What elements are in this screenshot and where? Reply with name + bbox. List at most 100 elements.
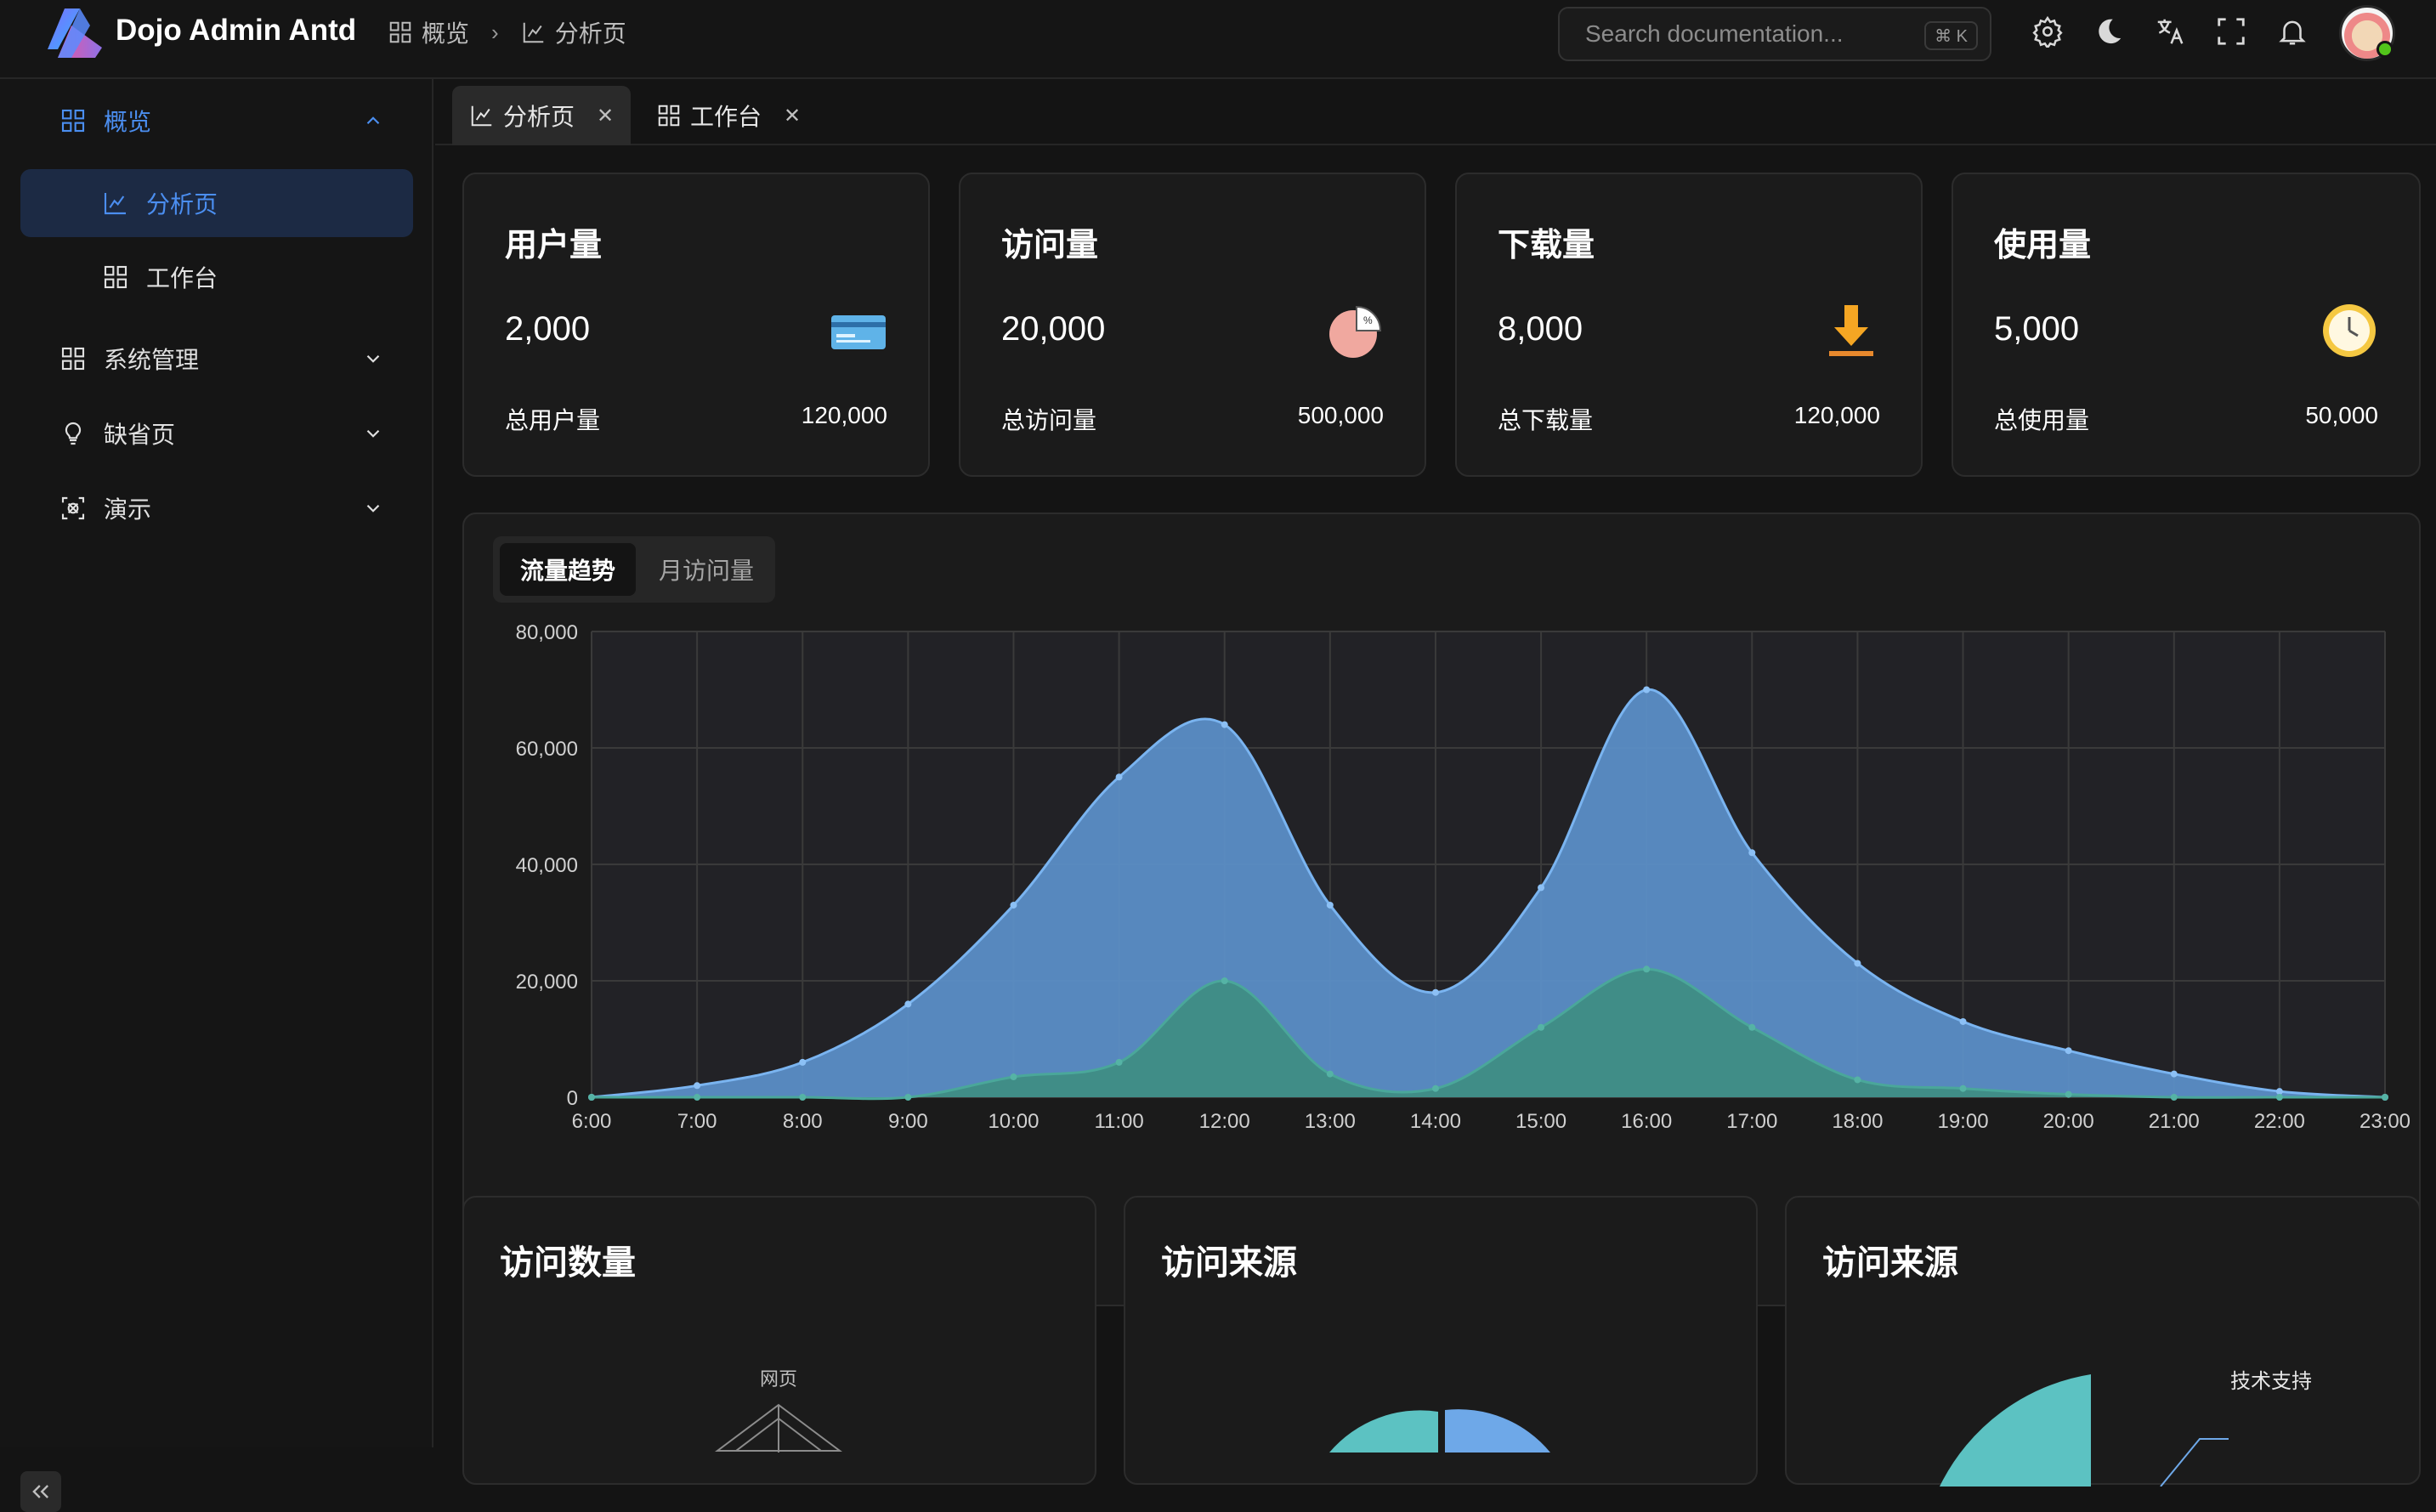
tab-workbench[interactable]: 工作台 ✕: [639, 86, 818, 145]
x-tick-label: 17:00: [1726, 1110, 1777, 1133]
data-point: [1326, 901, 1334, 909]
dashboard-icon: [59, 107, 87, 134]
chart-icon: [523, 22, 543, 43]
x-tick-label: 8:00: [783, 1110, 823, 1133]
stat-foot-label: 总下载量: [1498, 407, 1594, 433]
x-tick-label: 14:00: [1410, 1110, 1461, 1133]
traffic-trend-card: 流量趋势 月访问量 0 20,000 40,000 60,000 80,000 6:00 7…: [462, 512, 2421, 1306]
stat-card-users: 用户量 2,000 总用户量 120,000: [462, 173, 930, 477]
sidebar-item-label: 工作台: [146, 265, 218, 292]
data-point: [1221, 977, 1228, 984]
panel-title: 访问来源: [1822, 1244, 1958, 1282]
data-point: [2065, 1090, 2072, 1098]
collapse-sidebar-button[interactable]: [20, 1471, 61, 1512]
data-point: [1643, 966, 1651, 973]
sidebar-item-fallback[interactable]: 缺省页: [20, 399, 413, 467]
stat-value: 8,000: [1498, 310, 1583, 348]
data-point: [1854, 1076, 1861, 1084]
chart-segmented-control: 流量趋势 月访问量: [493, 536, 775, 603]
tab-label: 工作台: [690, 104, 762, 130]
data-point: [2170, 1070, 2178, 1078]
data-point: [904, 1000, 912, 1008]
double-chevron-left-icon: [32, 1485, 48, 1498]
top-header: Dojo Admin Antd 概览 › 分析页 Search document…: [0, 0, 2436, 79]
shortcut-badge: ⌘ K: [1924, 21, 1978, 50]
data-point: [1854, 960, 1861, 967]
pie-chart: [1329, 1409, 1550, 1453]
stat-foot-label: 总访问量: [1001, 407, 1097, 433]
main-content: 用户量 2,000 总用户量 120,000 访问量 20,000 % 总访问量…: [435, 145, 2436, 1487]
stat-title: 访问量: [1001, 228, 1099, 263]
search-placeholder: Search documentation...: [1585, 20, 1844, 47]
close-icon[interactable]: ✕: [784, 104, 801, 128]
data-point: [2065, 1047, 2072, 1055]
settings-icon[interactable]: [2031, 15, 2064, 50]
stat-card-visits: 访问量 20,000 % 总访问量 500,000: [959, 173, 1426, 477]
stat-title: 下载量: [1498, 228, 1595, 263]
stat-foot-value: 120,000: [801, 402, 887, 428]
data-point: [1010, 901, 1017, 909]
breadcrumb-analysis[interactable]: 分析页: [521, 15, 626, 49]
data-point: [1326, 1070, 1334, 1078]
data-point: [588, 1094, 595, 1101]
close-icon[interactable]: ✕: [597, 104, 614, 128]
tab-traffic-trend[interactable]: 流量趋势: [500, 543, 636, 596]
system-icon: [59, 345, 87, 372]
sidebar-item-system[interactable]: 系统管理: [20, 325, 413, 393]
radar-chart: [715, 1403, 842, 1453]
data-point: [1959, 1084, 1967, 1092]
data-point: [799, 1094, 807, 1101]
sidebar-item-label: 概览: [104, 109, 152, 135]
demo-icon: [59, 495, 87, 522]
bell-icon[interactable]: [2276, 15, 2309, 48]
x-tick-label: 18:00: [1832, 1110, 1883, 1133]
card-icon: [831, 315, 886, 349]
chevron-right-icon: ›: [491, 19, 499, 45]
sidebar-item-demo[interactable]: 演示: [20, 474, 413, 542]
y-tick-label: 80,000: [516, 621, 578, 644]
stat-title: 用户量: [505, 228, 603, 263]
bulb-icon: [59, 420, 87, 447]
chart-icon: [102, 190, 129, 217]
breadcrumb: 概览 › 分析页: [388, 15, 626, 49]
sidebar: 概览 分析页 工作台 系统管理 缺省页 演示: [0, 79, 433, 1512]
y-tick-label: 20,000: [516, 971, 578, 994]
x-tick-label: 15:00: [1515, 1110, 1566, 1133]
chevron-down-icon: [362, 348, 384, 370]
stat-foot-label: 总使用量: [1994, 407, 2090, 433]
chevron-down-icon: [362, 422, 384, 445]
online-status-dot: [2377, 41, 2394, 58]
x-tick-label: 21:00: [2149, 1110, 2200, 1133]
stat-title: 使用量: [1994, 228, 2092, 263]
dashboard-icon: [389, 21, 411, 43]
search-input[interactable]: Search documentation... ⌘ K: [1558, 7, 1991, 61]
stat-foot-value: 50,000: [2305, 402, 2378, 428]
app-title: Dojo Admin Antd: [116, 14, 357, 47]
sidebar-item-workbench[interactable]: 工作台: [20, 243, 413, 311]
workbench-icon: [102, 263, 129, 291]
data-point: [2382, 1094, 2388, 1101]
tab-label: 分析页: [503, 104, 575, 130]
translate-icon[interactable]: [2154, 15, 2186, 48]
stat-foot-value: 120,000: [1793, 402, 1880, 428]
data-point: [1431, 1084, 1439, 1092]
y-tick-label: 40,000: [516, 854, 578, 877]
data-point: [1643, 686, 1651, 694]
clock-icon: [2323, 304, 2376, 357]
data-point: [2170, 1094, 2178, 1101]
data-point: [904, 1094, 912, 1101]
moon-icon[interactable]: [2093, 15, 2125, 48]
breadcrumb-overview[interactable]: 概览: [388, 15, 469, 49]
data-point: [1115, 1058, 1123, 1066]
tab-monthly-visits[interactable]: 月访问量: [643, 543, 770, 596]
sidebar-item-overview[interactable]: 概览: [20, 87, 413, 155]
data-point: [694, 1094, 701, 1101]
x-tick-label: 7:00: [677, 1110, 717, 1133]
tab-analysis[interactable]: 分析页 ✕: [452, 86, 632, 145]
data-point: [1748, 1023, 1756, 1031]
logo-icon[interactable]: [46, 7, 104, 59]
fullscreen-icon[interactable]: [2215, 15, 2247, 48]
sidebar-item-analysis[interactable]: 分析页: [20, 169, 413, 237]
x-tick-label: 19:00: [1937, 1110, 1988, 1133]
data-point: [1748, 849, 1756, 857]
